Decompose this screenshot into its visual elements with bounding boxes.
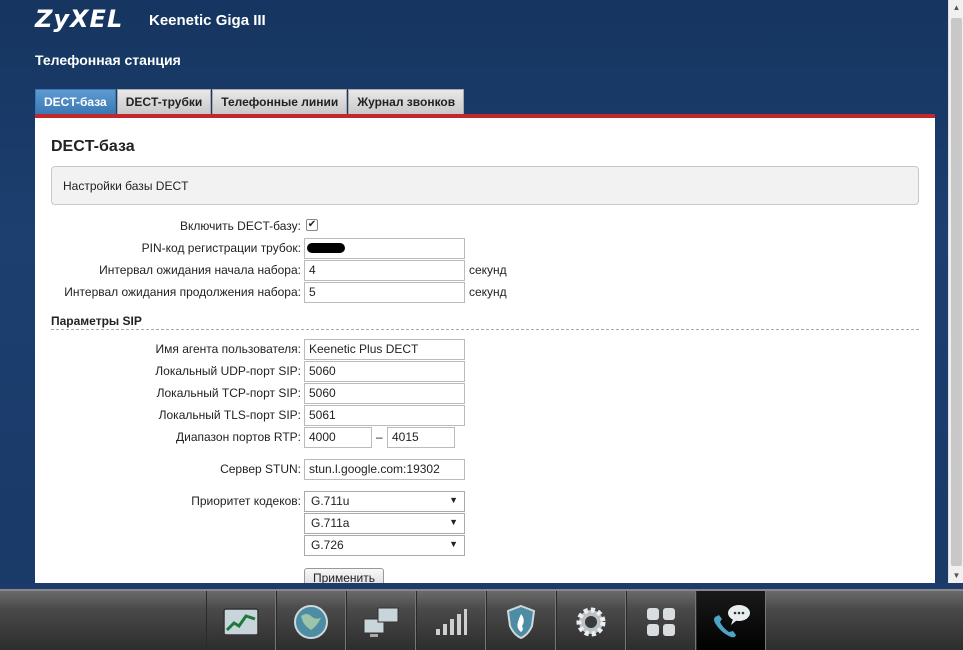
udp-port-label: Локальный UDP-порт SIP: xyxy=(155,364,301,378)
taskbar-internet[interactable] xyxy=(276,591,346,650)
user-agent-input[interactable]: Keenetic Plus DECT xyxy=(304,339,465,360)
tls-port-label: Локальный TLS-порт SIP: xyxy=(158,408,301,422)
scroll-down-icon[interactable]: ▼ xyxy=(949,568,963,583)
codec-2-value: G.711a xyxy=(311,516,350,530)
tls-port-input[interactable]: 5061 xyxy=(304,405,465,426)
chart-icon xyxy=(223,607,259,636)
codec-label: Приоритет кодеков: xyxy=(191,494,301,508)
codec-select-2[interactable]: G.711a ▼ xyxy=(304,513,465,534)
dial-start-row: Интервал ожидания начала набора: 4 секун… xyxy=(35,260,935,281)
rtp-to-input[interactable]: 4015 xyxy=(387,427,455,448)
codec-select-3[interactable]: G.726 ▼ xyxy=(304,535,465,556)
scroll-thumb[interactable] xyxy=(951,18,962,566)
taskbar-wifi[interactable] xyxy=(416,591,486,650)
enable-dect-row: Включить DECT-базу: ✔ xyxy=(35,216,935,237)
dial-continue-unit: секунд xyxy=(469,285,507,299)
taskbar-phone[interactable] xyxy=(696,591,766,650)
gear-icon xyxy=(576,607,606,636)
tab-call-log[interactable]: Журнал звонков xyxy=(348,89,465,114)
signal-icon xyxy=(436,608,467,635)
page-title: Телефонная станция xyxy=(35,52,181,68)
apps-icon xyxy=(647,607,675,636)
scrollbar[interactable]: ▲ ▼ xyxy=(948,0,963,583)
user-agent-row: Имя агента пользователя: Keenetic Plus D… xyxy=(35,339,935,360)
chevron-down-icon: ▼ xyxy=(449,495,458,505)
taskbar-monitor[interactable] xyxy=(206,591,276,650)
info-box: Настройки базы DECT xyxy=(51,166,919,205)
codec-row: Приоритет кодеков: xyxy=(35,491,935,512)
stun-input[interactable]: stun.l.google.com:19302 xyxy=(304,459,465,480)
zyxel-logo: ZyXEL xyxy=(35,5,124,33)
dial-continue-input[interactable]: 5 xyxy=(304,282,465,303)
tab-dect-base[interactable]: DECT-база xyxy=(35,89,116,114)
tcp-port-row: Локальный TCP-порт SIP: 5060 xyxy=(35,383,935,404)
bottom-taskbar xyxy=(0,589,963,650)
taskbar-security[interactable] xyxy=(486,591,556,650)
apply-button[interactable]: Применить xyxy=(304,568,385,583)
rtp-range-label: Диапазон портов RTP: xyxy=(176,430,301,444)
tab-dect-handsets[interactable]: DECT-трубки xyxy=(116,89,212,114)
info-text: Настройки базы DECT xyxy=(63,179,189,193)
user-agent-label: Имя агента пользователя: xyxy=(155,342,302,356)
enable-dect-checkbox[interactable]: ✔ xyxy=(306,219,318,231)
phone-icon xyxy=(714,604,750,637)
chevron-down-icon: ▼ xyxy=(449,517,458,527)
codec-3-value: G.726 xyxy=(311,538,344,552)
network-icon xyxy=(363,607,399,637)
router-model: Keenetic Giga III xyxy=(149,12,266,29)
codec-select-1[interactable]: G.711u ▼ xyxy=(304,491,465,512)
tls-port-row: Локальный TLS-порт SIP: 5061 xyxy=(35,405,935,426)
dial-start-input[interactable]: 4 xyxy=(304,260,465,281)
globe-icon xyxy=(294,604,328,639)
pin-label: PIN-код регистрации трубок: xyxy=(141,241,301,255)
rtp-range-row: Диапазон портов RTP: 4000 – 4015 xyxy=(35,427,935,448)
dial-start-unit: секунд xyxy=(469,263,507,277)
tcp-port-label: Локальный TCP-порт SIP: xyxy=(156,386,301,400)
chevron-down-icon: ▼ xyxy=(449,539,458,549)
pin-input[interactable] xyxy=(304,238,465,259)
shield-icon xyxy=(506,604,536,639)
stun-label: Сервер STUN: xyxy=(220,462,301,476)
enable-dect-label: Включить DECT-базу: xyxy=(179,219,301,233)
tab-phone-lines[interactable]: Телефонные линии xyxy=(212,89,348,114)
settings-panel: DECT-база Настройки базы DECT Включить D… xyxy=(35,114,935,583)
rtp-separator: – xyxy=(376,430,383,444)
section-title: DECT-база xyxy=(51,138,135,155)
taskbar-apps[interactable] xyxy=(626,591,696,650)
taskbar-home-network[interactable] xyxy=(346,591,416,650)
dial-continue-row: Интервал ожидания продолжения набора: 5 … xyxy=(35,282,935,303)
stun-row: Сервер STUN: stun.l.google.com:19302 xyxy=(35,459,935,480)
udp-port-input[interactable]: 5060 xyxy=(304,361,465,382)
tab-bar: DECT-база DECT-трубки Телефонные линии Ж… xyxy=(35,89,465,114)
browser-viewport: ZyXEL Keenetic Giga III Телефонная станц… xyxy=(0,0,948,583)
codec-1-value: G.711u xyxy=(311,494,350,508)
tcp-port-input[interactable]: 5060 xyxy=(304,383,465,404)
taskbar-system[interactable] xyxy=(556,591,626,650)
pin-redaction xyxy=(307,243,345,253)
dial-continue-label: Интервал ожидания продолжения набора: xyxy=(64,285,301,299)
dial-start-label: Интервал ожидания начала набора: xyxy=(99,263,301,277)
sip-heading: Параметры SIP xyxy=(51,314,919,330)
scroll-up-icon[interactable]: ▲ xyxy=(949,0,963,15)
pin-row: PIN-код регистрации трубок: xyxy=(35,238,935,259)
udp-port-row: Локальный UDP-порт SIP: 5060 xyxy=(35,361,935,382)
rtp-from-input[interactable]: 4000 xyxy=(304,427,372,448)
